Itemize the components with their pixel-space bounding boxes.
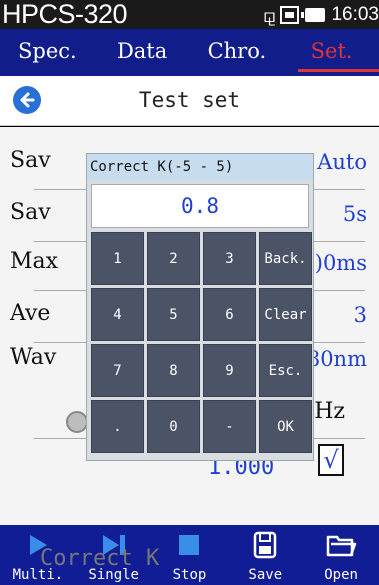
key-2[interactable]: 2 — [147, 232, 200, 285]
check-mark-icon: √ — [323, 446, 339, 474]
page-header: Test set — [0, 76, 379, 126]
key-0[interactable]: 0 — [147, 400, 200, 453]
save-icon — [227, 530, 303, 560]
key-clear[interactable]: Clear — [259, 288, 312, 341]
status-bar: HPCS-320 ⚼ 16:03 — [0, 0, 379, 29]
page-title: Test set — [138, 88, 241, 112]
ghost-text: Correct K — [40, 546, 160, 571]
tool-label: Open — [324, 567, 358, 583]
key-3[interactable]: 3 — [203, 232, 256, 285]
folder-icon — [303, 530, 379, 560]
battery-icon — [301, 8, 326, 22]
key-decimal[interactable]: . — [91, 400, 144, 453]
stop-icon — [152, 530, 228, 560]
key-ok[interactable]: OK — [259, 400, 312, 453]
dialog-title: Correct K(-5 - 5) — [87, 154, 313, 180]
tab-data[interactable]: Data — [95, 29, 190, 76]
tab-set[interactable]: Set. — [284, 29, 379, 76]
stop-button[interactable]: Stop — [152, 525, 228, 585]
status-icons: ⚼ 16:03 — [263, 3, 379, 27]
open-button[interactable]: Open — [303, 525, 379, 585]
clock: 16:03 — [331, 4, 379, 25]
value-display[interactable]: 0.8 — [91, 184, 309, 228]
tab-spec[interactable]: Spec. — [0, 29, 95, 76]
setting-value[interactable]: 5s — [343, 202, 367, 226]
tab-chro[interactable]: Chro. — [190, 29, 285, 76]
key-esc[interactable]: Esc. — [259, 344, 312, 397]
usb-icon: ⚼ — [262, 3, 277, 27]
key-4[interactable]: 4 — [91, 288, 144, 341]
tool-label: Stop — [172, 567, 207, 583]
keypad: 1 2 3 Back. 4 5 6 Clear 7 8 9 Esc. . 0 -… — [91, 232, 312, 453]
setting-label: Wav — [10, 345, 57, 370]
correct-k-dialog: Correct K(-5 - 5) 0.8 1 2 3 Back. 4 5 6 … — [86, 153, 314, 461]
app-title: HPCS-320 — [2, 0, 128, 29]
setting-value[interactable]: Auto — [317, 150, 367, 174]
key-7[interactable]: 7 — [91, 344, 144, 397]
key-1[interactable]: 1 — [91, 232, 144, 285]
setting-label: Sav — [10, 148, 51, 173]
checkbox[interactable]: √ — [318, 444, 344, 476]
key-minus[interactable]: - — [203, 400, 256, 453]
tab-bar: Spec. Data Chro. Set. — [0, 29, 379, 76]
setting-value[interactable]: )0ms — [315, 251, 367, 275]
setting-value[interactable]: 3 — [354, 303, 367, 327]
setting-label: Max — [10, 249, 59, 274]
setting-label: Ave — [10, 301, 51, 326]
key-8[interactable]: 8 — [147, 344, 200, 397]
key-back[interactable]: Back. — [259, 232, 312, 285]
key-9[interactable]: 9 — [203, 344, 256, 397]
radio-button[interactable] — [66, 411, 88, 433]
key-6[interactable]: 6 — [203, 288, 256, 341]
sd-card-icon — [280, 6, 300, 24]
key-5[interactable]: 5 — [147, 288, 200, 341]
setting-label: Sav — [10, 200, 51, 225]
save-button[interactable]: Save — [227, 525, 303, 585]
hz-label: Hz — [314, 399, 345, 424]
setting-value[interactable]: 80nm — [307, 347, 367, 371]
tool-label: Save — [248, 567, 283, 583]
